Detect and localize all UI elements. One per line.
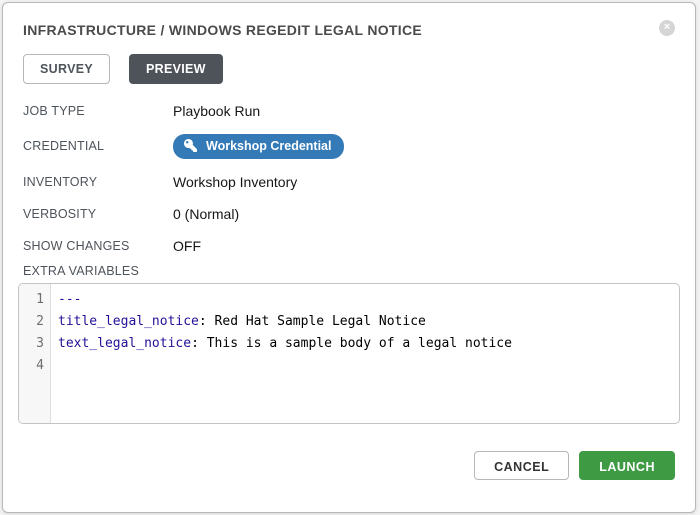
yaml-value: : Red Hat Sample Legal Notice <box>199 314 426 329</box>
verbosity-value: 0 (Normal) <box>173 206 239 222</box>
line-number: 1 <box>19 289 50 311</box>
detail-row-show-changes: SHOW CHANGES OFF <box>23 236 675 256</box>
tab-survey[interactable]: SURVEY <box>23 54 110 84</box>
yaml-value: : This is a sample body of a legal notic… <box>191 336 512 351</box>
launch-button[interactable]: LAUNCH <box>579 451 675 480</box>
code-line: text_legal_notice: This is a sample body… <box>58 333 679 355</box>
credential-label: CREDENTIAL <box>23 139 173 153</box>
yaml-key: text_legal_notice <box>58 336 191 351</box>
verbosity-label: VERBOSITY <box>23 207 173 221</box>
editor-line-number-gutter: 1 2 3 4 <box>19 284 51 423</box>
tab-preview[interactable]: PREVIEW <box>129 54 223 84</box>
job-launch-preview-modal: INFRASTRUCTURE / WINDOWS REGEDIT LEGAL N… <box>2 2 696 513</box>
editor-code-area[interactable]: --- title_legal_notice: Red Hat Sample L… <box>51 284 679 423</box>
credential-badge[interactable]: Workshop Credential <box>173 134 344 159</box>
code-line <box>58 355 679 377</box>
credential-badge-label: Workshop Credential <box>206 139 331 153</box>
extra-variables-label: EXTRA VARIABLES <box>23 264 675 278</box>
key-icon <box>184 139 197 152</box>
job-details: JOB TYPE Playbook Run CREDENTIAL Worksho… <box>23 101 675 256</box>
line-number: 2 <box>19 311 50 333</box>
extra-variables-editor[interactable]: 1 2 3 4 --- title_legal_notice: Red Hat … <box>18 283 680 424</box>
code-line: --- <box>58 289 679 311</box>
detail-row-verbosity: VERBOSITY 0 (Normal) <box>23 204 675 224</box>
line-number: 4 <box>19 355 50 377</box>
modal-header: INFRASTRUCTURE / WINDOWS REGEDIT LEGAL N… <box>23 18 675 38</box>
tab-bar: SURVEY PREVIEW <box>23 54 675 84</box>
job-type-value: Playbook Run <box>173 103 260 119</box>
code-line: title_legal_notice: Red Hat Sample Legal… <box>58 311 679 333</box>
modal-footer: CANCEL LAUNCH <box>23 451 675 480</box>
cancel-button[interactable]: CANCEL <box>474 451 569 480</box>
detail-row-credential: CREDENTIAL Workshop Credential <box>23 133 675 159</box>
detail-row-inventory: INVENTORY Workshop Inventory <box>23 172 675 192</box>
show-changes-value: OFF <box>173 238 201 254</box>
line-number: 3 <box>19 333 50 355</box>
inventory-label: INVENTORY <box>23 175 173 189</box>
inventory-value: Workshop Inventory <box>173 174 297 190</box>
job-type-label: JOB TYPE <box>23 104 173 118</box>
show-changes-label: SHOW CHANGES <box>23 239 173 253</box>
modal-title: INFRASTRUCTURE / WINDOWS REGEDIT LEGAL N… <box>23 18 422 38</box>
yaml-token: --- <box>58 292 81 307</box>
close-icon[interactable]: × <box>659 20 675 36</box>
detail-row-job-type: JOB TYPE Playbook Run <box>23 101 675 121</box>
yaml-key: title_legal_notice <box>58 314 199 329</box>
